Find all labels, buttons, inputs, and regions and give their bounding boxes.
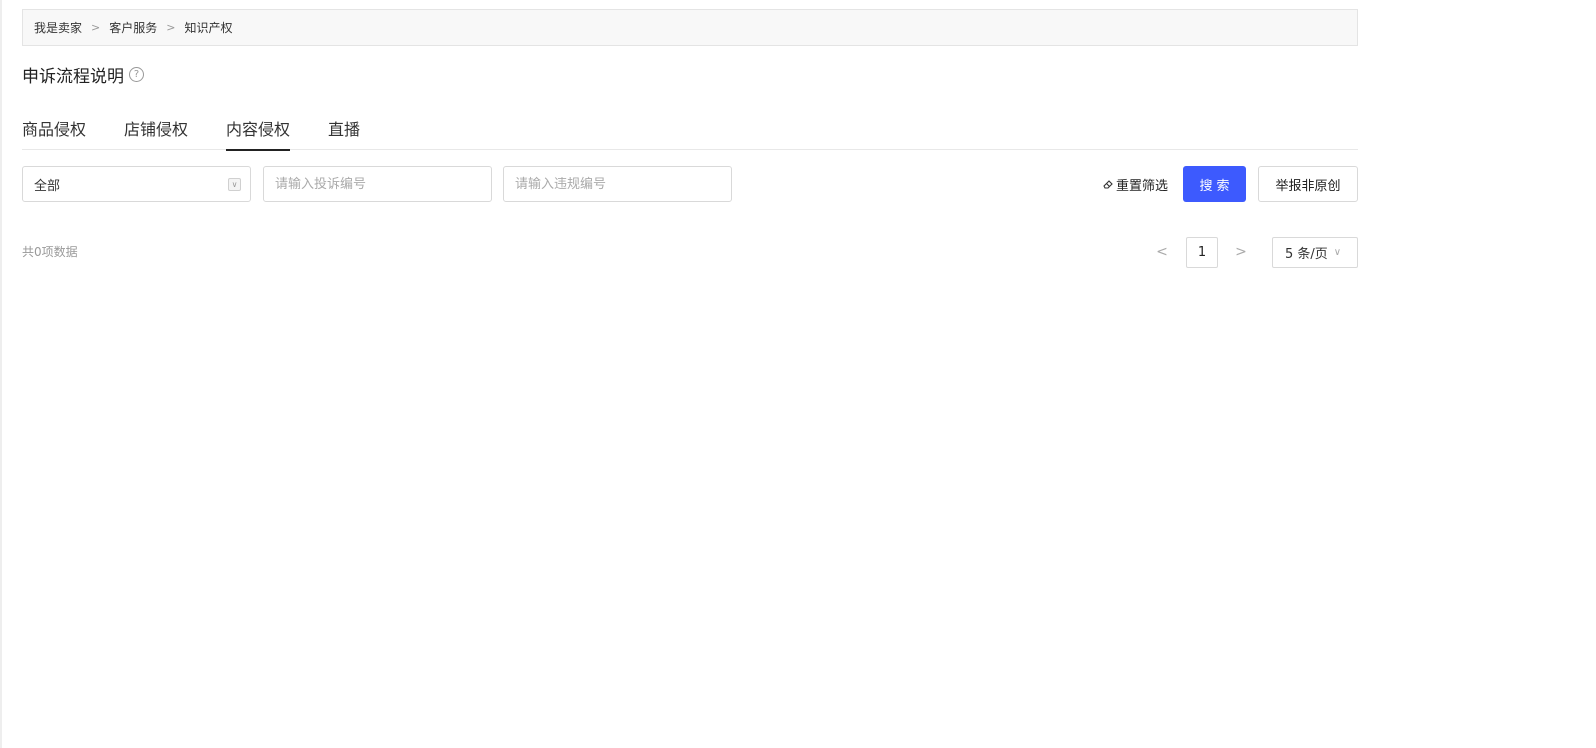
chevron-left-icon[interactable]: < <box>1147 237 1177 268</box>
chevron-down-icon: ∨ <box>228 178 241 191</box>
violation-number-input[interactable] <box>503 166 732 202</box>
breadcrumb-item-ip: 知识产权 <box>184 21 233 35</box>
page-size-select[interactable]: 5 条/页 ∨ <box>1272 237 1358 268</box>
tab-product-infringement[interactable]: 商品侵权 <box>22 112 86 150</box>
page-title: 申诉流程说明 ? <box>22 62 144 87</box>
tab-live-stream[interactable]: 直播 <box>328 112 360 150</box>
chevron-down-icon: ∨ <box>1333 247 1342 258</box>
left-edge-divider <box>0 0 2 748</box>
page-title-text[interactable]: 申诉流程说明 <box>22 62 124 87</box>
breadcrumb-item-customer-service[interactable]: 客户服务 <box>109 19 157 36</box>
tab-content-infringement[interactable]: 内容侵权 <box>226 112 291 151</box>
breadcrumb-item-seller[interactable]: 我是卖家 <box>34 19 82 36</box>
breadcrumb-separator-icon: > <box>91 21 101 34</box>
report-non-original-button[interactable]: 举报非原创 <box>1258 166 1358 202</box>
complaint-number-input[interactable] <box>263 166 492 202</box>
tab-store-infringement[interactable]: 店铺侵权 <box>124 112 188 150</box>
current-page-button[interactable]: 1 <box>1186 237 1218 268</box>
reset-filters-label: 重置筛选 <box>1116 178 1169 194</box>
help-circle-icon[interactable]: ? <box>129 67 144 82</box>
page-size-value: 5 条/页 <box>1285 247 1328 262</box>
type-select[interactable]: 全部 ∨ <box>22 166 251 202</box>
chevron-right-icon[interactable]: > <box>1226 237 1256 268</box>
total-count-text: 共0项数据 <box>22 245 78 259</box>
search-button[interactable]: 搜索 <box>1183 166 1246 202</box>
reset-filters-button[interactable]: 重置筛选 <box>1102 174 1168 194</box>
tab-bar: 商品侵权 店铺侵权 内容侵权 直播 <box>22 112 1358 151</box>
breadcrumb-separator-icon: > <box>166 21 176 34</box>
type-select-value: 全部 <box>34 178 61 194</box>
eraser-icon <box>1103 180 1113 189</box>
breadcrumb: 我是卖家 > 客户服务 > 知识产权 <box>22 9 1358 46</box>
